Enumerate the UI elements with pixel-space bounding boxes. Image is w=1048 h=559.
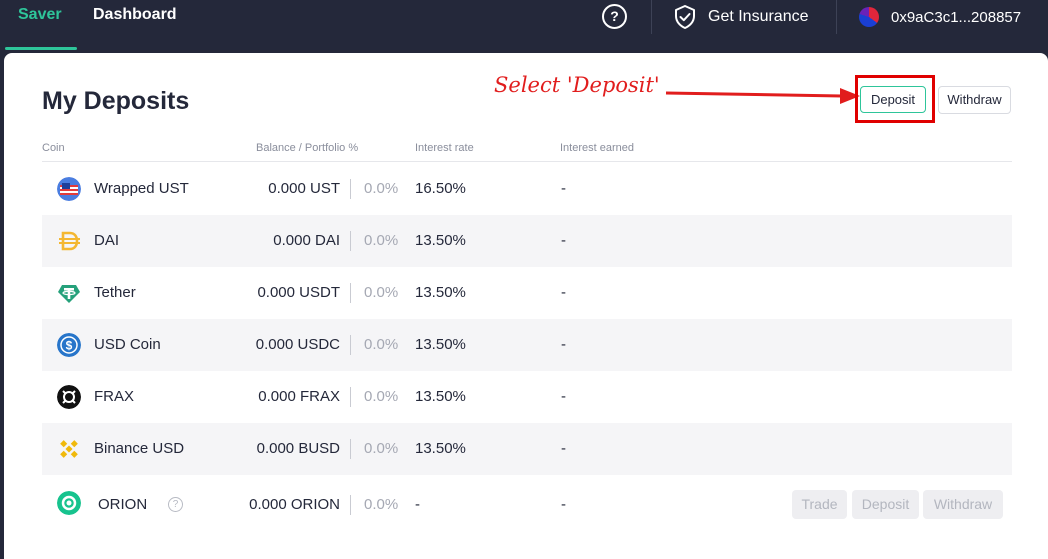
coin-balance: 0.000 UST (268, 180, 340, 197)
coin-name: Tether (94, 284, 136, 301)
coin-balance: 0.000 DAI (273, 232, 340, 249)
balance-separator (350, 179, 351, 199)
interest-rate: - (415, 496, 420, 513)
column-header-interest-rate: Interest rate (415, 142, 474, 154)
coin-name: Wrapped UST (94, 180, 189, 197)
interest-rate: 16.50% (415, 180, 466, 197)
table-row[interactable]: FRAX 0.000 FRAX 0.0% 13.50% - (42, 371, 1012, 423)
balance-separator (350, 335, 351, 355)
dai-icon (59, 231, 80, 251)
table-row[interactable]: Tether 0.000 USDT 0.0% 13.50% - (42, 267, 1012, 319)
portfolio-percent: 0.0% (364, 284, 399, 301)
coin-balance: 0.000 USDC (255, 336, 340, 353)
orion-deposit-button[interactable]: Deposit (852, 490, 919, 519)
wallet-address: 0x9aC3c1...208857 (891, 8, 1022, 26)
shield-check-icon (675, 5, 695, 29)
interest-rate: 13.50% (415, 388, 466, 405)
usdc-icon: $ (57, 333, 81, 357)
table-row[interactable]: $ USD Coin 0.000 USDC 0.0% 13.50% - (42, 319, 1012, 371)
interest-rate: 13.50% (415, 232, 466, 249)
interest-earned: - (561, 284, 566, 301)
coin-balance: 0.000 BUSD (256, 440, 340, 457)
interest-earned: - (561, 440, 566, 457)
active-tab-indicator (5, 47, 77, 50)
portfolio-percent: 0.0% (364, 180, 399, 197)
tab-saver[interactable]: Saver (18, 6, 62, 24)
busd-icon (60, 440, 78, 458)
interest-earned: - (561, 496, 566, 513)
portfolio-percent: 0.0% (364, 496, 399, 513)
get-insurance-label: Get Insurance (708, 8, 809, 25)
wallet-avatar-icon (859, 7, 879, 27)
balance-separator (350, 387, 351, 407)
help-icon[interactable]: ? (602, 4, 627, 29)
withdraw-button[interactable]: Withdraw (938, 86, 1011, 114)
frax-icon (57, 385, 81, 409)
deposits-card: My Deposits Select 'Deposit' Deposit Wit… (4, 53, 1048, 559)
coin-name: Binance USD (94, 440, 185, 457)
table-row[interactable]: Wrapped UST 0.000 UST 0.0% 16.50% - (42, 163, 1012, 215)
balance-separator (350, 495, 351, 515)
coin-balance: 0.000 USDT (257, 284, 340, 301)
wrapped-ust-icon (57, 177, 81, 201)
column-header-coin: Coin (42, 142, 65, 154)
balance-separator (350, 283, 351, 303)
portfolio-percent: 0.0% (364, 232, 399, 249)
header-divider (42, 161, 1012, 162)
tether-icon (58, 285, 80, 303)
portfolio-percent: 0.0% (364, 440, 399, 457)
annotation-arrow-icon (665, 88, 860, 104)
interest-earned: - (561, 232, 566, 249)
portfolio-percent: 0.0% (364, 388, 399, 405)
annotation-text: Select 'Deposit' (494, 73, 660, 97)
coin-name: FRAX (94, 388, 135, 405)
interest-rate: 13.50% (415, 336, 466, 353)
coin-name: DAI (94, 232, 120, 249)
interest-rate: 13.50% (415, 440, 466, 457)
table-row[interactable]: ORION ? 0.000 ORION 0.0% - - Trade Depos… (42, 475, 1012, 533)
coin-balance: 0.000 ORION (249, 496, 340, 513)
tab-dashboard[interactable]: Dashboard (93, 6, 177, 24)
orion-icon (57, 491, 81, 515)
get-insurance-button[interactable]: Get Insurance (674, 4, 809, 30)
orion-withdraw-button[interactable]: Withdraw (923, 490, 1003, 519)
balance-separator (350, 231, 351, 251)
column-header-interest-earned: Interest earned (560, 142, 634, 154)
interest-earned: - (561, 180, 566, 197)
svg-text:$: $ (66, 339, 73, 353)
coin-name: USD Coin (94, 336, 161, 353)
interest-rate: 13.50% (415, 284, 466, 301)
interest-earned: - (561, 388, 566, 405)
top-navigation-bar: Saver Dashboard ? Get Insurance 0x9aC3c1… (0, 0, 1048, 50)
column-header-balance: Balance / Portfolio % (256, 142, 359, 154)
wallet-button[interactable]: 0x9aC3c1...208857 (859, 4, 1021, 30)
nav-divider (836, 0, 837, 34)
coin-balance: 0.000 FRAX (258, 388, 340, 405)
interest-earned: - (561, 336, 566, 353)
trade-button[interactable]: Trade (792, 490, 847, 519)
nav-divider (651, 0, 652, 34)
info-icon[interactable]: ? (168, 497, 183, 512)
coin-name: ORION (98, 496, 148, 513)
table-row[interactable]: Binance USD 0.000 BUSD 0.0% 13.50% - (42, 423, 1012, 475)
portfolio-percent: 0.0% (364, 336, 399, 353)
balance-separator (350, 439, 351, 459)
deposit-button[interactable]: Deposit (860, 86, 926, 113)
page-title: My Deposits (42, 87, 190, 115)
table-row[interactable]: DAI 0.000 DAI 0.0% 13.50% - (42, 215, 1012, 267)
